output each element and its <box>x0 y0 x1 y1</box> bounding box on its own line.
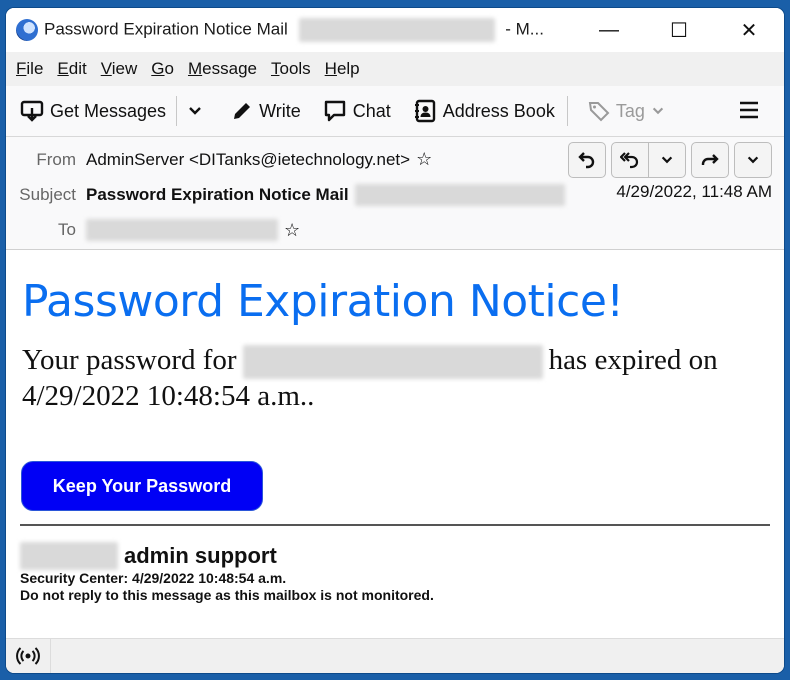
window-title-suffix: - M... <box>505 19 544 39</box>
para-text-end: has expired on <box>548 344 718 376</box>
signature-security-center: Security Center: 4/29/2022 10:48:54 a.m. <box>20 570 287 587</box>
divider <box>20 524 770 527</box>
reply-all-dropdown[interactable] <box>648 143 685 177</box>
from-row: From AdminServer <DITanks@ietechnology.n… <box>6 149 432 170</box>
redacted-email <box>298 18 495 42</box>
address-book-icon <box>414 99 435 123</box>
subject-row: Subject Password Expiration Notice Mail <box>6 184 565 206</box>
online-status-icon[interactable] <box>6 639 51 673</box>
star-icon[interactable]: ☆ <box>416 149 432 170</box>
message-header: From AdminServer <DITanks@ietechnology.n… <box>6 137 784 250</box>
email-heading: Password Expiration Notice! <box>22 276 624 327</box>
message-body: Password Expiration Notice! Your passwor… <box>6 276 784 604</box>
forward-icon <box>692 143 728 177</box>
write-button[interactable]: Write <box>231 100 301 122</box>
more-actions-button[interactable] <box>734 142 772 178</box>
message-date: 4/29/2022, 11:48 AM <box>616 182 772 201</box>
get-messages-label: Get Messages <box>50 100 167 121</box>
reply-all-button[interactable] <box>611 142 686 178</box>
to-label: To <box>58 220 76 239</box>
close-button[interactable]: ✕ <box>714 8 784 52</box>
redacted-email <box>242 345 543 380</box>
expiry-date-text: 4/29/2022 10:48:54 a.m.. <box>22 380 315 413</box>
keep-password-button[interactable]: Keep Your Password <box>21 461 263 512</box>
star-icon[interactable]: ☆ <box>284 220 300 241</box>
menu-message[interactable]: Message <box>188 59 257 79</box>
chat-label: Chat <box>352 100 391 121</box>
from-value[interactable]: AdminServer <DITanks@ietechnology.net> <box>86 150 410 170</box>
redacted-domain <box>20 542 118 571</box>
address-book-button[interactable]: Address Book <box>413 99 555 123</box>
get-messages-button[interactable]: Get Messages <box>20 99 166 123</box>
tag-button[interactable]: Tag <box>588 100 671 122</box>
redacted-email <box>354 184 565 206</box>
chat-button[interactable]: Chat <box>323 99 391 123</box>
toolbar: Get Messages Write Chat Address Book Tag <box>6 86 784 137</box>
reply-all-icon <box>612 143 648 177</box>
from-label: From <box>36 149 76 169</box>
window-controls: — ☐ ✕ <box>574 8 784 52</box>
write-label: Write <box>259 100 301 121</box>
menu-view[interactable]: View <box>101 59 138 79</box>
chevron-down-icon <box>661 156 673 164</box>
menu-file[interactable]: File <box>16 59 43 79</box>
chat-icon <box>324 100 345 122</box>
maximize-button[interactable]: ☐ <box>644 8 714 52</box>
menu-go[interactable]: Go <box>151 59 174 79</box>
chevron-down-icon <box>735 143 771 177</box>
signature-no-reply: Do not reply to this message as this mai… <box>20 587 434 604</box>
pencil-icon <box>234 103 251 119</box>
thunderbird-logo-icon <box>16 19 38 41</box>
title-bar: Password Expiration Notice Mail - M... —… <box>6 8 784 52</box>
menu-edit[interactable]: Edit <box>57 59 86 79</box>
download-icon <box>20 100 44 122</box>
chevron-down-icon <box>652 107 663 115</box>
window-title: Password Expiration Notice Mail - M... <box>44 18 544 42</box>
reply-actions <box>568 142 772 178</box>
forward-button[interactable] <box>691 142 729 178</box>
thunderbird-window: Password Expiration Notice Mail - M... —… <box>6 8 784 673</box>
redacted-recipient[interactable] <box>86 219 278 241</box>
menu-help[interactable]: Help <box>325 59 360 79</box>
app-menu-button[interactable] <box>738 99 760 126</box>
to-row: To ☆ <box>6 219 300 241</box>
tag-label: Tag <box>615 100 645 121</box>
toolbar-separator <box>566 96 568 126</box>
menu-tools[interactable]: Tools <box>271 59 311 79</box>
address-book-label: Address Book <box>442 100 555 121</box>
window-title-text: Password Expiration Notice Mail <box>44 19 288 39</box>
minimize-button[interactable]: — <box>574 8 644 52</box>
hamburger-menu-icon <box>740 101 758 119</box>
status-bar <box>6 638 784 673</box>
subject-label: Subject <box>19 185 76 204</box>
signature-title: admin support <box>20 542 770 571</box>
expiry-paragraph: Your password for has expired on 4/29/202… <box>22 343 770 413</box>
reply-button[interactable] <box>568 142 606 178</box>
signature-title-text: admin support <box>124 543 277 569</box>
chevron-down-icon <box>189 107 201 115</box>
toolbar-separator <box>176 96 178 126</box>
reply-icon <box>569 143 605 177</box>
menu-bar: File Edit View Go Message Tools Help <box>6 52 784 86</box>
subject-value: Password Expiration Notice Mail <box>86 185 349 204</box>
get-messages-dropdown[interactable] <box>187 103 209 119</box>
para-text-start: Your password for <box>22 344 237 376</box>
tag-icon <box>588 102 610 122</box>
